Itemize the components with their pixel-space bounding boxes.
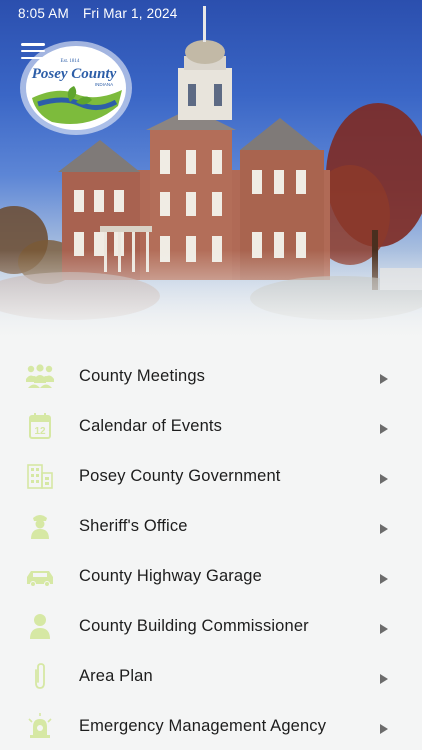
logo-name: Posey County xyxy=(32,66,117,82)
menu-item-emergency-management-agency[interactable]: Emergency Management Agency xyxy=(0,701,422,750)
svg-text:12: 12 xyxy=(34,426,46,437)
chevron-right-icon xyxy=(380,371,388,384)
menu-item-label: Sheriff's Office xyxy=(79,517,188,535)
menu-item-posey-county-government[interactable]: Posey County Government xyxy=(0,451,422,501)
menu-item-county-highway-garage[interactable]: County Highway Garage xyxy=(0,551,422,601)
car-icon xyxy=(25,563,55,589)
status-bar: 8:05 AM Fri Mar 1, 2024 xyxy=(0,0,422,26)
chevron-right-icon xyxy=(380,571,388,584)
menu-line-icon xyxy=(21,49,45,53)
menu-item-label: Emergency Management Agency xyxy=(79,717,327,735)
menu-item-calendar-of-events[interactable]: 12 Calendar of Events xyxy=(0,401,422,451)
logo-est: Est. 1814 xyxy=(61,59,80,64)
menu-item-label: Posey County Government xyxy=(79,467,281,485)
menu-item-county-building-commissioner[interactable]: County Building Commissioner xyxy=(0,601,422,651)
chevron-right-icon xyxy=(380,671,388,684)
person-icon xyxy=(25,613,55,639)
chevron-right-icon xyxy=(380,471,388,484)
paperclip-icon xyxy=(25,663,55,689)
calendar-icon: 12 xyxy=(25,413,55,439)
siren-icon xyxy=(25,713,55,739)
menu-item-label: County Meetings xyxy=(79,367,206,385)
officer-icon xyxy=(25,513,55,539)
menu-item-county-meetings[interactable]: County Meetings xyxy=(0,351,422,401)
people-group-icon xyxy=(25,363,55,389)
menu-item-label: County Building Commissioner xyxy=(79,617,309,635)
chevron-right-icon xyxy=(380,521,388,534)
menu-line-icon xyxy=(21,43,45,46)
hero-image: 8:05 AM Fri Mar 1, 2024 Est. 1814 Posey … xyxy=(0,0,422,338)
menu-item-label: County Highway Garage xyxy=(79,567,262,585)
status-date: Fri Mar 1, 2024 xyxy=(82,5,178,21)
status-time: 8:05 AM xyxy=(18,5,69,21)
chevron-right-icon xyxy=(380,621,388,634)
menu-item-label: Area Plan xyxy=(79,667,153,685)
chevron-right-icon xyxy=(380,421,388,434)
menu-list: County Meetings 12 Calendar of Events Po… xyxy=(0,338,422,750)
chevron-right-icon xyxy=(380,721,388,734)
menu-item-sheriffs-office[interactable]: Sheriff's Office xyxy=(0,501,422,551)
hamburger-menu-button[interactable] xyxy=(20,40,46,62)
building-icon xyxy=(25,463,55,489)
menu-item-label: Calendar of Events xyxy=(79,417,223,435)
logo-state: INDIANA xyxy=(95,82,113,87)
menu-line-icon xyxy=(21,56,45,59)
menu-item-area-plan[interactable]: Area Plan xyxy=(0,651,422,701)
